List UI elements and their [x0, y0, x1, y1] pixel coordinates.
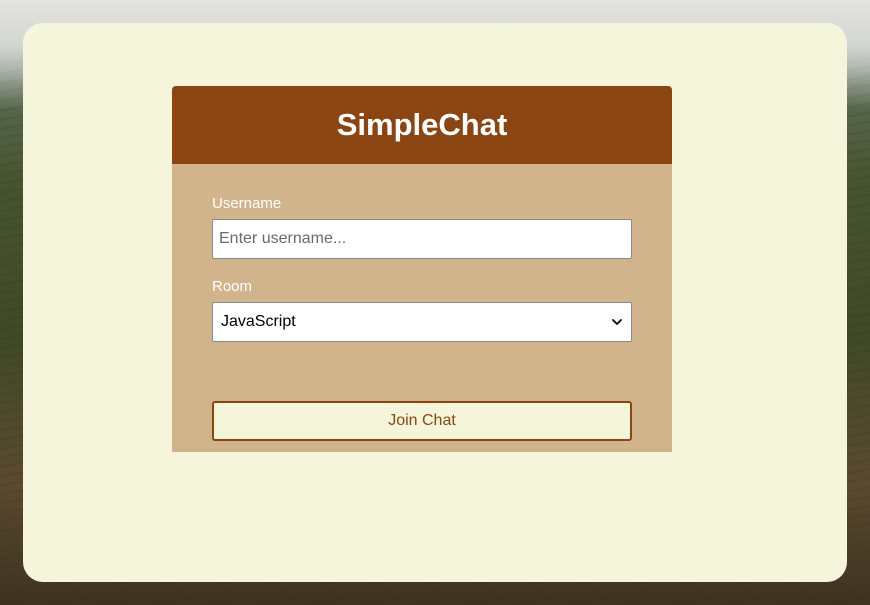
room-label: Room — [212, 278, 253, 295]
room-select-value: JavaScript — [221, 313, 296, 330]
username-input[interactable] — [212, 219, 632, 259]
app-title: SimpleChat — [336, 107, 508, 142]
room-group: Room JavaScript — [212, 278, 632, 342]
join-chat-button[interactable]: Join Chat — [212, 401, 632, 441]
join-card: SimpleChat Username Room JavaScript Join… — [172, 86, 672, 452]
join-form: Username Room JavaScript Join Chat — [172, 164, 672, 441]
username-group: Username — [212, 195, 632, 259]
page-container: SimpleChat Username Room JavaScript Join… — [23, 23, 847, 582]
room-select[interactable]: JavaScript — [212, 302, 632, 342]
username-label: Username — [212, 195, 282, 212]
chevron-down-icon — [612, 319, 622, 325]
card-header: SimpleChat — [172, 86, 672, 164]
